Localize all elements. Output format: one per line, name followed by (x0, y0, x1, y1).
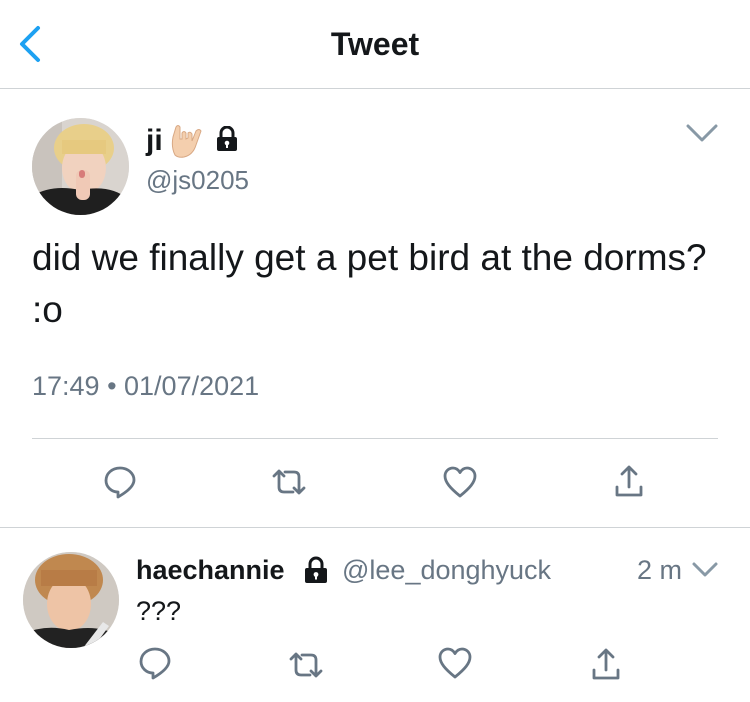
reply-user-handle[interactable]: @lee_donghyuck (342, 555, 551, 586)
divider (0, 527, 750, 528)
display-name[interactable]: ji (146, 124, 163, 158)
user-handle[interactable]: @js0205 (146, 165, 249, 196)
reply-share-button[interactable] (591, 646, 621, 682)
share-button[interactable] (614, 463, 644, 499)
avatar-photo (32, 118, 129, 215)
reply-reply-button[interactable] (138, 646, 172, 680)
reply-icon (104, 466, 136, 499)
divider (32, 438, 718, 439)
reply-button[interactable] (103, 465, 137, 499)
lock-icon (302, 556, 330, 584)
chevron-down-icon (686, 124, 718, 142)
reply-text: ??? (136, 596, 182, 626)
share-icon (592, 648, 620, 680)
reply-timestamp[interactable]: 2 m (637, 555, 682, 586)
retweet-button[interactable] (271, 467, 307, 497)
heart-icon (443, 466, 477, 498)
avatar-photo (23, 552, 119, 648)
lock-icon (214, 126, 240, 152)
page-title: Tweet (330, 26, 420, 62)
tweet-options-button[interactable] (684, 120, 720, 146)
avatar[interactable] (32, 118, 129, 215)
retweet-icon (289, 652, 323, 678)
reply-like-button[interactable] (437, 646, 473, 680)
share-icon (615, 465, 643, 497)
reply-icon (139, 647, 171, 680)
reply-display-name[interactable]: haechannie (136, 555, 285, 586)
like-button[interactable] (442, 465, 478, 499)
heart-icon (438, 647, 472, 679)
hand-sign-emoji-icon (166, 119, 206, 159)
retweet-icon (272, 469, 306, 495)
tweet-timestamp[interactable]: 17:49 • 01/07/2021 (32, 371, 259, 402)
reply-options-button[interactable] (690, 559, 720, 581)
reply-avatar[interactable] (23, 552, 119, 648)
reply-retweet-button[interactable] (288, 650, 324, 680)
tweet-text: did we finally get a pet bird at the dor… (32, 237, 707, 330)
chevron-down-icon (692, 562, 718, 577)
